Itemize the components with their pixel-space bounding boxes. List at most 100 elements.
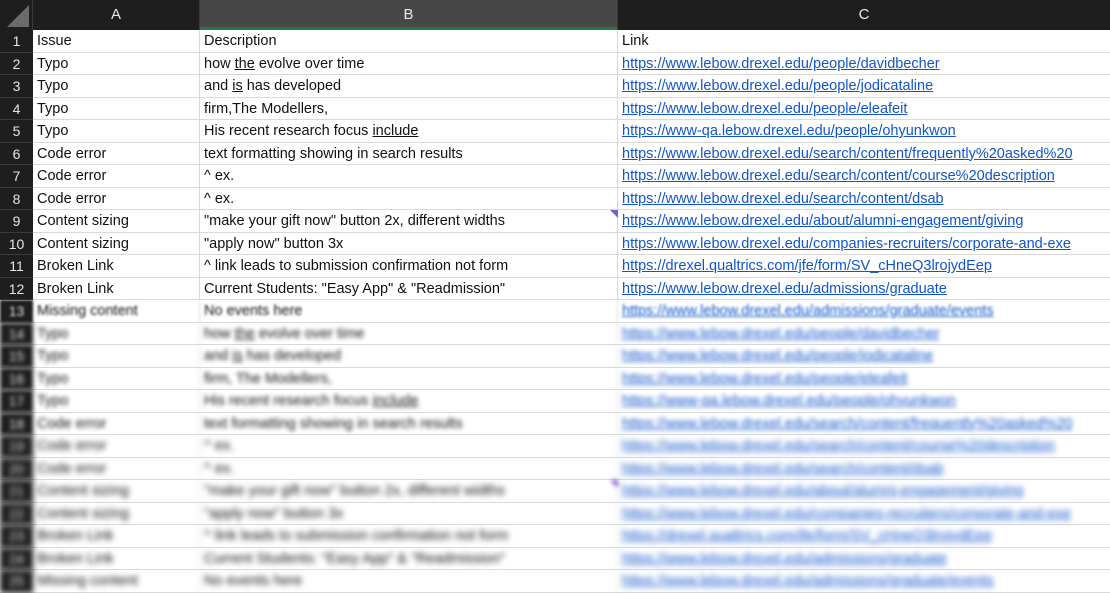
cell-issue[interactable]: Content sizing [33, 232, 200, 254]
row-number[interactable]: 11 [0, 255, 33, 278]
hyperlink[interactable]: https://www.lebow.drexel.edu/people/davi… [622, 326, 940, 342]
cell-description[interactable]: ^ link leads to submission confirmation … [200, 525, 618, 547]
cell-issue[interactable]: Missing content [33, 570, 200, 592]
cell-description[interactable]: "make your gift now" button 2x, differen… [200, 480, 618, 502]
cell-issue[interactable]: Broken Link [33, 525, 200, 547]
cell-description[interactable]: firm, The Modellers, [200, 367, 618, 389]
hyperlink[interactable]: https://www.lebow.drexel.edu/search/cont… [622, 438, 1055, 454]
row-number[interactable]: 15 [0, 345, 33, 368]
cell-issue[interactable]: Typo [33, 97, 200, 119]
row-number[interactable]: 5 [0, 120, 33, 143]
cell-description[interactable]: how the evolve over time [200, 322, 618, 344]
hyperlink[interactable]: https://www.lebow.drexel.edu/people/jodi… [622, 78, 933, 94]
cell-issue[interactable]: Content sizing [33, 210, 200, 232]
cell-link[interactable]: https://drexel.qualtrics.com/jfe/form/SV… [618, 255, 1110, 277]
cell-description[interactable]: text formatting showing in search result… [200, 142, 618, 164]
cell-description[interactable]: No events here [200, 570, 618, 592]
cell-link[interactable]: https://www.lebow.drexel.edu/people/davi… [618, 323, 1110, 345]
row-number[interactable]: 18 [0, 412, 33, 435]
row-number[interactable]: 1 [0, 30, 33, 53]
cell-description[interactable]: "apply now" button 3x [200, 232, 618, 254]
cell-issue[interactable]: Code error [33, 187, 200, 209]
cell-link[interactable]: https://www.lebow.drexel.edu/admissions/… [618, 548, 1110, 570]
cell-link[interactable]: https://www.lebow.drexel.edu/admissions/… [618, 278, 1110, 300]
row-number[interactable]: 24 [0, 547, 33, 570]
cell-description[interactable]: Current Students: "Easy App" & "Readmiss… [200, 547, 618, 569]
hyperlink[interactable]: https://www.lebow.drexel.edu/search/cont… [622, 461, 944, 477]
cell-description[interactable]: No events here [200, 300, 618, 322]
cell-link[interactable]: https://www.lebow.drexel.edu/admissions/… [618, 300, 1110, 322]
cell-issue[interactable]: Typo [33, 52, 200, 74]
cell-link[interactable]: https://www.lebow.drexel.edu/search/cont… [618, 165, 1110, 187]
hyperlink[interactable]: https://www.lebow.drexel.edu/people/elea… [622, 101, 907, 117]
column-header-b[interactable]: B [200, 0, 618, 30]
row-number[interactable]: 6 [0, 142, 33, 165]
cell-link[interactable]: https://drexel.qualtrics.com/jfe/form/SV… [618, 525, 1110, 547]
cell-link[interactable]: https://www.lebow.drexel.edu/people/elea… [618, 98, 1110, 120]
row-number[interactable]: 23 [0, 525, 33, 548]
cell-link[interactable]: https://www.lebow.drexel.edu/people/davi… [618, 53, 1110, 75]
cell-link[interactable]: https://www-qa.lebow.drexel.edu/people/o… [618, 120, 1110, 142]
hyperlink[interactable]: https://www.lebow.drexel.edu/admissions/… [622, 303, 994, 319]
row-number[interactable]: 8 [0, 187, 33, 210]
hyperlink[interactable]: https://www.lebow.drexel.edu/admissions/… [622, 281, 947, 297]
cell-issue[interactable]: Issue [33, 30, 200, 52]
row-number[interactable]: 10 [0, 232, 33, 255]
cell-issue[interactable]: Content sizing [33, 480, 200, 502]
cell-description[interactable]: ^ ex. [200, 165, 618, 187]
cell-issue[interactable]: Typo [33, 322, 200, 344]
hyperlink[interactable]: https://drexel.qualtrics.com/jfe/form/SV… [622, 528, 992, 544]
row-number[interactable]: 14 [0, 322, 33, 345]
comment-indicator-icon[interactable] [610, 480, 618, 488]
cell-issue[interactable]: Broken Link [33, 547, 200, 569]
cell-issue[interactable]: Typo [33, 390, 200, 412]
hyperlink[interactable]: https://www.lebow.drexel.edu/admissions/… [622, 551, 947, 567]
comment-indicator-icon[interactable] [610, 210, 618, 218]
cell-issue[interactable]: Code error [33, 435, 200, 457]
cell-link[interactable]: https://www.lebow.drexel.edu/people/elea… [618, 368, 1110, 390]
cell-link[interactable]: https://www.lebow.drexel.edu/about/alumn… [618, 480, 1110, 502]
cell-link[interactable]: https://www.lebow.drexel.edu/people/jodi… [618, 75, 1110, 97]
row-number[interactable]: 7 [0, 165, 33, 188]
cell-issue[interactable]: Typo [33, 345, 200, 367]
row-number[interactable]: 22 [0, 502, 33, 525]
hyperlink[interactable]: https://www.lebow.drexel.edu/people/davi… [622, 56, 940, 72]
row-number[interactable]: 21 [0, 480, 33, 503]
hyperlink[interactable]: https://www.lebow.drexel.edu/companies-r… [622, 236, 1071, 252]
cell-description[interactable]: "apply now" button 3x [200, 502, 618, 524]
cell-description[interactable]: Description [200, 30, 618, 52]
cell-description[interactable]: His recent research focus include [200, 390, 618, 412]
cell-link[interactable]: https://www.lebow.drexel.edu/admissions/… [618, 570, 1110, 592]
cell-issue[interactable]: Code error [33, 142, 200, 164]
cell-link[interactable]: https://www.lebow.drexel.edu/people/jodi… [618, 345, 1110, 367]
cell-issue[interactable]: Content sizing [33, 502, 200, 524]
hyperlink[interactable]: https://www.lebow.drexel.edu/companies-r… [622, 506, 1071, 522]
hyperlink[interactable]: https://www.lebow.drexel.edu/search/cont… [622, 146, 1073, 162]
row-number[interactable]: 25 [0, 570, 33, 593]
cell-link[interactable]: https://www.lebow.drexel.edu/search/cont… [618, 188, 1110, 210]
cell-issue[interactable]: Missing content [33, 300, 200, 322]
cell-description[interactable]: His recent research focus include [200, 120, 618, 142]
cell-link[interactable]: https://www.lebow.drexel.edu/search/cont… [618, 435, 1110, 457]
cell-issue[interactable]: Typo [33, 75, 200, 97]
cell-issue[interactable]: Code error [33, 412, 200, 434]
select-all-corner[interactable] [0, 0, 33, 30]
cell-link[interactable]: https://www.lebow.drexel.edu/companies-r… [618, 233, 1110, 255]
cell-link[interactable]: https://www.lebow.drexel.edu/search/cont… [618, 143, 1110, 165]
cell-description[interactable]: ^ ex. [200, 187, 618, 209]
cell-issue[interactable]: Typo [33, 367, 200, 389]
row-number[interactable]: 12 [0, 277, 33, 300]
cell-issue[interactable]: Broken Link [33, 277, 200, 299]
hyperlink[interactable]: https://www.lebow.drexel.edu/search/cont… [622, 168, 1055, 184]
cell-description[interactable]: ^ link leads to submission confirmation … [200, 255, 618, 277]
cell-description[interactable]: "make your gift now" button 2x, differen… [200, 210, 618, 232]
cell-link[interactable]: https://www-qa.lebow.drexel.edu/people/o… [618, 390, 1110, 412]
hyperlink[interactable]: https://www-qa.lebow.drexel.edu/people/o… [622, 393, 956, 409]
row-number[interactable]: 4 [0, 97, 33, 120]
hyperlink[interactable]: https://www.lebow.drexel.edu/people/elea… [622, 371, 907, 387]
hyperlink[interactable]: https://www.lebow.drexel.edu/search/cont… [622, 191, 944, 207]
row-number[interactable]: 20 [0, 457, 33, 480]
cell-link[interactable]: https://www.lebow.drexel.edu/about/alumn… [618, 210, 1110, 232]
column-header-a[interactable]: A [33, 0, 200, 30]
cell-description[interactable]: firm,The Modellers, [200, 97, 618, 119]
